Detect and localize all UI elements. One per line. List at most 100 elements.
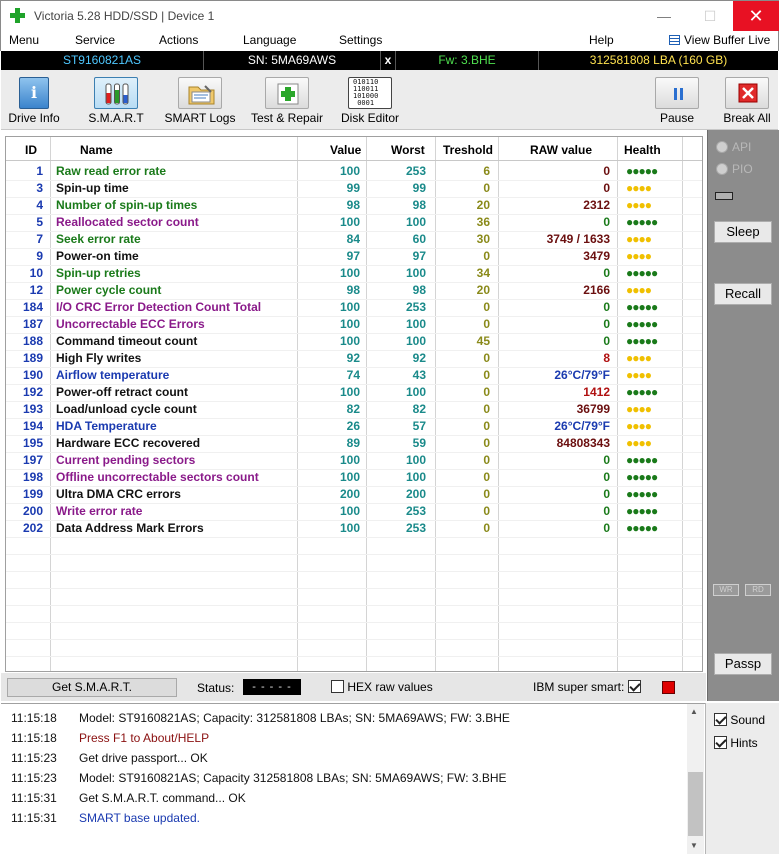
cell-raw: 2312 xyxy=(583,198,610,212)
cell-worst: 57 xyxy=(412,419,426,433)
drive-close-button[interactable]: x xyxy=(381,51,395,70)
cell-threshold: 0 xyxy=(483,317,490,331)
hints-checkbox[interactable]: Hints xyxy=(714,736,758,750)
sleep-button[interactable]: Sleep xyxy=(714,221,772,243)
cell-value: 98 xyxy=(346,283,360,297)
cell-threshold: 0 xyxy=(483,300,490,314)
menu-help[interactable]: Help xyxy=(589,33,614,47)
log-scrollbar[interactable]: ▲ ▼ xyxy=(687,704,704,854)
menu-menu[interactable]: Menu xyxy=(9,33,39,47)
cell-raw: 0 xyxy=(603,215,610,229)
cell-value: 26 xyxy=(346,419,360,433)
cell-threshold: 0 xyxy=(483,368,490,382)
cell-threshold: 6 xyxy=(483,164,490,178)
recall-button[interactable]: Recall xyxy=(714,283,772,305)
log-line: 11:15:31 Get S.M.A.R.T. command... OK xyxy=(11,791,246,805)
folder-logs-icon xyxy=(178,77,222,109)
cell-name: Hardware ECC recovered xyxy=(56,436,201,450)
drive-info-label: Drive Info xyxy=(8,111,60,125)
scroll-up-arrow-icon[interactable]: ▲ xyxy=(690,707,698,716)
cell-raw: 0 xyxy=(603,181,610,195)
sound-checkbox-box[interactable] xyxy=(714,713,727,726)
sound-checkbox[interactable]: Sound xyxy=(714,713,765,727)
hex-checkbox-box[interactable] xyxy=(331,680,344,693)
cell-id: 1 xyxy=(36,164,43,178)
menu-service[interactable]: Service xyxy=(75,33,115,47)
hints-checkbox-box[interactable] xyxy=(714,736,727,749)
get-smart-button[interactable]: Get S.M.A.R.T. xyxy=(7,678,177,697)
header-value[interactable]: Value xyxy=(330,143,361,157)
cell-name: Airflow temperature xyxy=(56,368,170,382)
cell-threshold: 0 xyxy=(483,351,490,365)
maximize-button[interactable]: ☐ xyxy=(687,1,733,31)
log-message: Get drive passport... OK xyxy=(79,751,208,765)
cell-health: ●●●●● xyxy=(626,215,658,229)
smart-logs-button[interactable]: SMART Logs xyxy=(163,70,237,128)
cell-raw: 2166 xyxy=(583,283,610,297)
disk-editor-button[interactable]: 010110 110011 101000 0001 Disk Editor xyxy=(337,70,403,128)
cell-worst: 43 xyxy=(412,368,426,382)
log-line: 11:15:31 SMART base updated. xyxy=(11,811,200,825)
cell-raw: 0 xyxy=(603,266,610,280)
menu-actions[interactable]: Actions xyxy=(159,33,198,47)
smart-table[interactable]: ID Name Value Worst Treshold RAW value H… xyxy=(5,136,703,672)
radio-api[interactable]: API xyxy=(716,140,751,154)
cell-health: ●●●● xyxy=(626,368,652,382)
drive-lba: 312581808 LBA (160 GB) xyxy=(589,53,728,67)
cell-name: Uncorrectable ECC Errors xyxy=(56,317,205,331)
cell-value: 74 xyxy=(346,368,360,382)
view-buffer-live-button[interactable]: View Buffer Live xyxy=(669,33,770,47)
radio-pio-label: PIO xyxy=(732,162,753,176)
hex-raw-checkbox[interactable]: HEX raw values xyxy=(331,680,433,694)
indicator-rect xyxy=(715,192,733,200)
log-time: 11:15:18 xyxy=(11,711,57,725)
menu-language[interactable]: Language xyxy=(243,33,296,47)
drive-info-button[interactable]: i Drive Info xyxy=(3,70,65,128)
ibm-super-smart[interactable]: IBM super smart: xyxy=(533,680,641,694)
break-all-button[interactable]: Break All xyxy=(720,70,774,128)
header-health[interactable]: Health xyxy=(624,143,661,157)
cell-name: Power-on time xyxy=(56,249,139,263)
close-button[interactable]: ✕ xyxy=(733,1,779,31)
ibm-checkbox-box[interactable] xyxy=(627,680,641,693)
log-line: 11:15:23 Get drive passport... OK xyxy=(11,751,208,765)
cell-health: ●●●● xyxy=(626,351,652,365)
cell-id: 12 xyxy=(29,283,43,297)
cell-worst: 253 xyxy=(405,164,426,178)
cell-value: 100 xyxy=(339,317,360,331)
minimize-button[interactable]: — xyxy=(641,1,687,31)
scroll-down-arrow-icon[interactable]: ▼ xyxy=(690,841,698,850)
stop-x-icon xyxy=(725,77,769,109)
ibm-super-smart-label: IBM super smart: xyxy=(533,680,625,694)
log-line: 11:15:23 Model: ST9160821AS; Capacity 312… xyxy=(11,771,507,785)
header-raw-value[interactable]: RAW value xyxy=(530,143,592,157)
rd-indicator: RD xyxy=(745,584,771,596)
log-line: 11:15:18 Model: ST9160821AS; Capacity: 31… xyxy=(11,711,510,725)
passp-button[interactable]: Passp xyxy=(714,653,772,675)
menu-settings[interactable]: Settings xyxy=(339,33,382,47)
cell-value: 97 xyxy=(346,249,360,263)
header-threshold[interactable]: Treshold xyxy=(443,143,493,157)
cell-health: ●●●● xyxy=(626,419,652,433)
cell-worst: 200 xyxy=(405,487,426,501)
test-repair-button[interactable]: Test & Repair xyxy=(247,70,327,128)
log-panel[interactable]: 11:15:18 Model: ST9160821AS; Capacity: 31… xyxy=(1,703,705,854)
radio-pio[interactable]: PIO xyxy=(716,162,753,176)
cell-name: High Fly writes xyxy=(56,351,142,365)
pause-button[interactable]: Pause xyxy=(653,70,701,128)
cell-id: 4 xyxy=(36,198,43,212)
red-indicator xyxy=(662,681,675,694)
cell-health: ●●●●● xyxy=(626,334,658,348)
header-id[interactable]: ID xyxy=(25,143,37,157)
cell-name: Current pending sectors xyxy=(56,453,196,467)
header-worst[interactable]: Worst xyxy=(391,143,425,157)
scroll-thumb[interactable] xyxy=(688,772,703,836)
cell-id: 200 xyxy=(22,504,43,518)
header-name[interactable]: Name xyxy=(80,143,113,157)
cell-health: ●●●● xyxy=(626,402,652,416)
cell-name: Raw read error rate xyxy=(56,164,167,178)
cell-threshold: 0 xyxy=(483,453,490,467)
smart-button[interactable]: S.M.A.R.T xyxy=(85,70,147,128)
log-message: Model: ST9160821AS; Capacity: 312581808 … xyxy=(79,711,510,725)
cell-raw: 0 xyxy=(603,334,610,348)
